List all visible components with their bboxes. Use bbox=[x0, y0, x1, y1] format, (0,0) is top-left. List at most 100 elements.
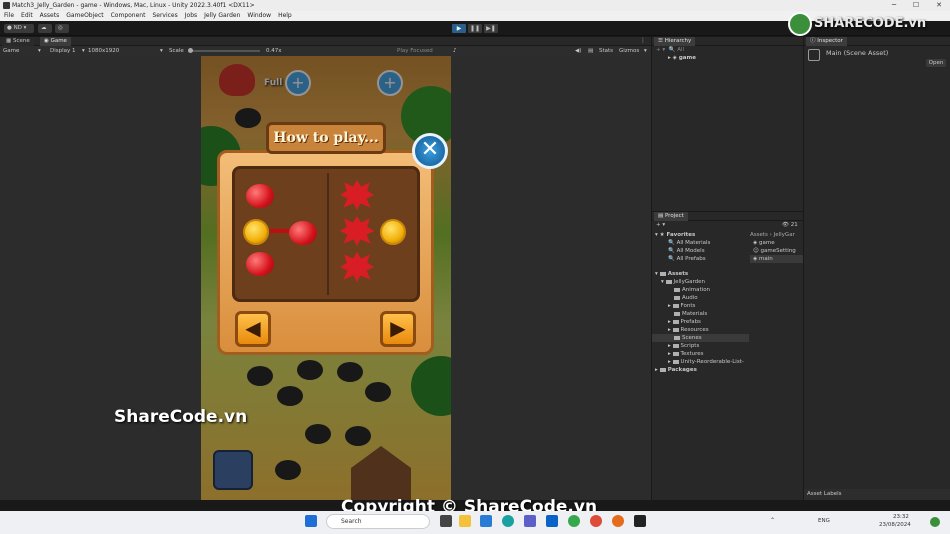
asset-labels[interactable]: Asset Labels bbox=[804, 489, 950, 500]
clock-date[interactable]: 23/08/2024 bbox=[879, 522, 911, 528]
folder-item[interactable]: ▸ Resources bbox=[652, 326, 749, 334]
menu-edit[interactable]: Edit bbox=[21, 11, 33, 21]
breadcrumb-item[interactable]: Assets bbox=[750, 232, 768, 238]
clock-time[interactable]: 23:32 bbox=[893, 514, 909, 520]
folder-label: Unity-Reorderable-List- bbox=[680, 359, 744, 365]
folder-item-selected[interactable]: Scenes bbox=[652, 334, 749, 342]
taskbar-search[interactable]: Search bbox=[326, 514, 430, 529]
sharecode-logo-text: SHARECODE.vn bbox=[814, 16, 927, 31]
next-page-button[interactable]: ▶ bbox=[380, 311, 416, 347]
folder-item[interactable]: ▸ Unity-Reorderable-List- bbox=[652, 358, 749, 366]
folder-icon bbox=[674, 295, 680, 300]
folder-item[interactable]: ▾ JellyGarden bbox=[652, 278, 749, 286]
menu-window[interactable]: Window bbox=[247, 11, 271, 21]
tab-scene[interactable]: ▦ Scene bbox=[2, 37, 34, 46]
collab-icon[interactable]: ◎ bbox=[55, 24, 69, 33]
scale-slider-handle[interactable] bbox=[188, 48, 193, 53]
favorite-item[interactable]: 🔍 All Prefabs bbox=[652, 255, 749, 263]
outlook-icon[interactable] bbox=[546, 515, 558, 527]
folder-item[interactable]: ▸ Scripts bbox=[652, 342, 749, 350]
game-mode-dropdown[interactable]: Game bbox=[3, 46, 19, 56]
chrome-icon[interactable] bbox=[590, 515, 602, 527]
tab-hierarchy-label: Hierarchy bbox=[664, 38, 692, 44]
step-button[interactable]: ▶❚ bbox=[484, 24, 498, 33]
notification-icon[interactable] bbox=[930, 517, 940, 527]
favorite-item[interactable]: 🔍 All Materials bbox=[652, 239, 749, 247]
packages-section[interactable]: ▸ Packages bbox=[652, 366, 749, 374]
task-view-icon[interactable] bbox=[440, 515, 452, 527]
stats-button[interactable]: Stats bbox=[599, 46, 613, 56]
menu-assets[interactable]: Assets bbox=[40, 11, 60, 21]
folder-icon bbox=[672, 303, 679, 308]
edge-icon[interactable] bbox=[502, 515, 514, 527]
window-titlebar: Match3_Jelly_Garden - game - Windows, Ma… bbox=[0, 0, 950, 11]
favorite-item[interactable]: 🔍 All Models bbox=[652, 247, 749, 255]
menu-jelly-garden[interactable]: Jelly Garden bbox=[204, 11, 240, 21]
menu-gameobject[interactable]: GameObject bbox=[66, 11, 103, 21]
play-button[interactable]: ▶ bbox=[452, 24, 466, 33]
hierarchy-item-game[interactable]: ▸ ◈ game bbox=[652, 54, 803, 62]
minimize-icon[interactable]: ─ bbox=[883, 0, 905, 11]
hierarchy-search[interactable]: + ▾ 🔍 All bbox=[652, 46, 803, 54]
cloud-icon[interactable]: ☁ bbox=[38, 24, 52, 33]
folder-item[interactable]: Animation bbox=[652, 286, 749, 294]
app-icon[interactable] bbox=[568, 515, 580, 527]
unity-taskbar-icon[interactable] bbox=[634, 515, 646, 527]
mail-icon[interactable] bbox=[480, 515, 492, 527]
audio-icon[interactable]: ◀) bbox=[575, 46, 581, 56]
jelly-candy-icon bbox=[246, 184, 274, 208]
pause-button[interactable]: ❚❚ bbox=[468, 24, 482, 33]
view-tabs: ▦ Scene ◉ Game ⋮ bbox=[0, 37, 651, 46]
assets-label: Assets bbox=[667, 271, 689, 277]
windows-start-icon[interactable] bbox=[305, 515, 317, 527]
close-tutorial-button[interactable]: ✕ bbox=[412, 133, 448, 169]
breadcrumb-item[interactable]: JellyGar bbox=[774, 232, 795, 238]
asset-file[interactable]: ☺ gameSetting bbox=[750, 247, 803, 255]
hierarchy-panel: ☰ Hierarchy + ▾ 🔍 All ▸ ◈ game bbox=[652, 37, 803, 211]
tab-project[interactable]: ▤ Project bbox=[654, 212, 688, 221]
menu-services[interactable]: Services bbox=[152, 11, 177, 21]
account-dropdown[interactable]: ● ND ▾ bbox=[4, 24, 34, 33]
firefox-icon[interactable] bbox=[612, 515, 624, 527]
project-panel: ▤ Project + ▾ 👁 21 ▾ ★ Favorites 🔍 All M… bbox=[652, 212, 803, 500]
folder-label: Textures bbox=[680, 351, 704, 357]
gizmos-button[interactable]: Gizmos bbox=[619, 46, 639, 56]
language-indicator[interactable]: ENG bbox=[818, 518, 830, 524]
resolution-dropdown[interactable]: 1080x1920 bbox=[88, 46, 119, 56]
scale-slider[interactable] bbox=[188, 48, 260, 53]
tab-inspector[interactable]: ⓘ Inspector bbox=[806, 37, 847, 46]
assets-section[interactable]: ▾ Assets bbox=[652, 270, 749, 278]
asset-file-selected[interactable]: ◈ main bbox=[750, 255, 803, 263]
favorites-section[interactable]: ▾ ★ Favorites bbox=[652, 231, 749, 239]
menu-component[interactable]: Component bbox=[111, 11, 146, 21]
close-window-icon[interactable]: ✕ bbox=[928, 0, 950, 11]
teams-icon[interactable] bbox=[524, 515, 536, 527]
tab-game[interactable]: ◉ Game bbox=[40, 37, 71, 46]
folder-item[interactable]: ▸ Fonts bbox=[652, 302, 749, 310]
menu-help[interactable]: Help bbox=[278, 11, 292, 21]
folder-icon bbox=[672, 319, 679, 324]
asset-file[interactable]: ◈ game bbox=[750, 239, 803, 247]
display-dropdown[interactable]: Display 1 bbox=[50, 46, 76, 56]
folder-item[interactable]: ▸ Prefabs bbox=[652, 318, 749, 326]
mute-icon[interactable]: ♪ bbox=[453, 46, 457, 56]
menu-file[interactable]: File bbox=[4, 11, 14, 21]
tray-chevron-icon[interactable]: ⌃ bbox=[770, 517, 775, 524]
folder-item[interactable]: Audio bbox=[652, 294, 749, 302]
play-focused-dropdown[interactable]: Play Focused bbox=[397, 46, 433, 56]
gold-coin-icon bbox=[380, 219, 406, 245]
folder-icon bbox=[672, 343, 679, 348]
menu-jobs[interactable]: Jobs bbox=[185, 11, 197, 21]
favorite-item-label: All Prefabs bbox=[676, 256, 706, 262]
more-menu-icon[interactable]: ⋮ bbox=[640, 37, 646, 44]
folder-item[interactable]: ▸ Textures bbox=[652, 350, 749, 358]
folder-item[interactable]: Materials bbox=[652, 310, 749, 318]
file-explorer-icon[interactable] bbox=[459, 515, 471, 527]
open-button[interactable]: Open bbox=[926, 59, 946, 67]
folder-label: Resources bbox=[680, 327, 709, 333]
tab-hierarchy[interactable]: ☰ Hierarchy bbox=[654, 37, 696, 46]
folder-icon bbox=[665, 279, 672, 284]
asset-count-value: 21 bbox=[790, 222, 798, 228]
previous-page-button[interactable]: ◀ bbox=[235, 311, 271, 347]
maximize-icon[interactable]: ☐ bbox=[905, 0, 927, 11]
